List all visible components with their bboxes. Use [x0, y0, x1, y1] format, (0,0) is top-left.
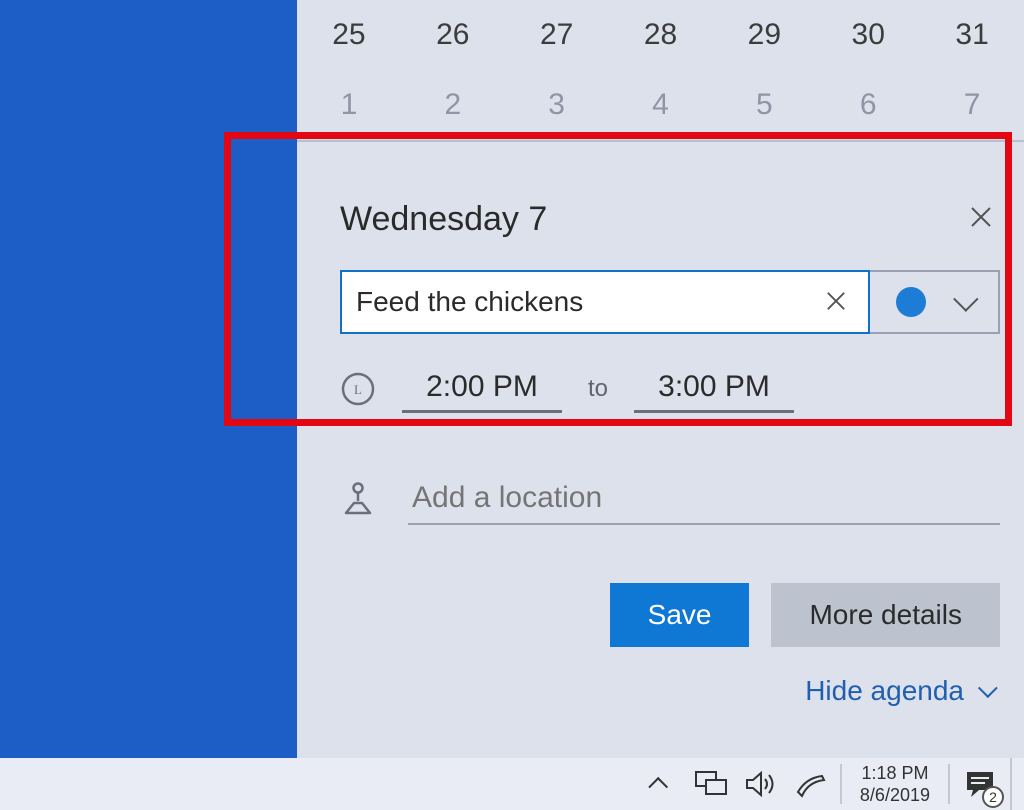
calendar-day[interactable]: 5	[712, 88, 816, 122]
calendar-day[interactable]: 28	[609, 18, 713, 52]
calendar-category-picker[interactable]	[870, 270, 1000, 334]
pen-icon	[794, 770, 828, 798]
calendar-day[interactable]: 25	[297, 18, 401, 52]
calendar-row-next-month: 1 2 3 4 5 6 7	[297, 70, 1024, 140]
start-time-input[interactable]: 2:00 PM	[402, 364, 562, 413]
tray-overflow-button[interactable]	[640, 763, 682, 805]
calendar-date-grid: 25 26 27 28 29 30 31 1 2 3 4 5 6 7	[297, 0, 1024, 142]
calendar-row-prev-month: 25 26 27 28 29 30 31	[297, 0, 1024, 70]
calendar-day[interactable]: 1	[297, 88, 401, 122]
chevron-down-icon	[978, 678, 998, 698]
end-time-input[interactable]: 3:00 PM	[634, 364, 794, 413]
calendar-day[interactable]: 3	[505, 88, 609, 122]
monitor-icon	[695, 771, 727, 797]
event-title-input[interactable]	[356, 286, 818, 318]
svg-text:L: L	[354, 382, 362, 397]
taskbar-divider	[840, 764, 842, 804]
hide-agenda-toggle[interactable]: Hide agenda	[805, 675, 992, 707]
calendar-day[interactable]: 29	[712, 18, 816, 52]
calendar-grid-divider	[297, 140, 1024, 142]
chevron-up-icon	[648, 777, 668, 797]
event-title-field-wrap[interactable]	[340, 270, 870, 334]
location-input[interactable]	[408, 473, 1000, 525]
event-day-title: Wednesday 7	[340, 200, 547, 239]
taskbar-divider	[948, 764, 950, 804]
network-tray-icon[interactable]	[690, 763, 732, 805]
notification-badge: 2	[982, 786, 1004, 808]
calendar-day[interactable]: 4	[609, 88, 713, 122]
calendar-day[interactable]: 6	[816, 88, 920, 122]
save-button[interactable]: Save	[610, 583, 750, 647]
taskbar-clock[interactable]: 1:18 PM 8/6/2019	[850, 762, 940, 807]
calendar-day[interactable]: 7	[920, 88, 1024, 122]
category-color-swatch	[896, 287, 926, 317]
quick-event-card: Wednesday 7 L 2:00 PM to 3:00 PM	[340, 196, 1000, 707]
hide-agenda-label: Hide agenda	[805, 675, 964, 707]
calendar-day[interactable]: 27	[505, 18, 609, 52]
clear-title-button[interactable]	[818, 286, 854, 318]
desktop-background-strip	[0, 0, 297, 758]
close-icon	[826, 291, 846, 311]
action-center-button[interactable]: 2	[958, 762, 1002, 806]
show-desktop-button[interactable]	[1010, 758, 1020, 810]
windows-taskbar: 1:18 PM 8/6/2019 2	[0, 758, 1024, 810]
clock-icon: L	[340, 371, 376, 407]
calendar-day[interactable]: 26	[401, 18, 505, 52]
volume-tray-icon[interactable]	[740, 763, 782, 805]
calendar-day[interactable]: 30	[816, 18, 920, 52]
more-details-button[interactable]: More details	[771, 583, 1000, 647]
close-icon	[970, 206, 992, 228]
location-icon	[340, 481, 376, 517]
calendar-day[interactable]: 2	[401, 88, 505, 122]
taskbar-date: 8/6/2019	[860, 784, 930, 807]
chevron-down-icon	[953, 286, 978, 311]
taskbar-time: 1:18 PM	[861, 762, 928, 785]
speaker-icon	[745, 770, 777, 798]
close-button[interactable]	[962, 196, 1000, 242]
time-to-label: to	[588, 375, 608, 403]
calendar-day[interactable]: 31	[920, 18, 1024, 52]
pen-tray-icon[interactable]	[790, 763, 832, 805]
